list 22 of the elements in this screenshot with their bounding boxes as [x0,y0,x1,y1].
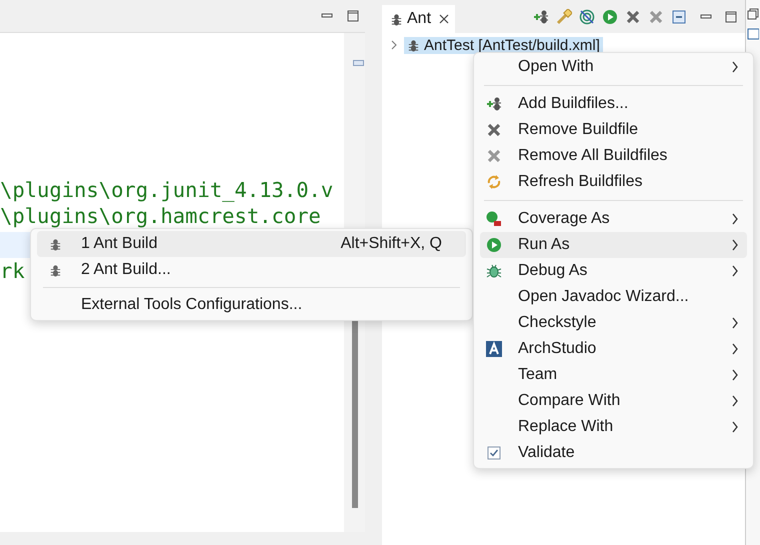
menu-item-label: Checkstyle [518,314,598,332]
menu-item-label: ArchStudio [518,340,598,358]
menu-item-label: Remove Buildfile [518,121,640,139]
code-line: \plugins\org.junit_4.13.0.v [0,177,334,203]
menu-item-label: Add Buildfiles... [518,95,630,113]
menu-item-label: Replace With [518,418,614,436]
code-line: \plugins\org.hamcrest.core [0,203,321,229]
menu-item-label: Run As [518,236,571,254]
menu-item-label: 2 Ant Build... [81,261,172,279]
menu-item-label: Debug As [518,262,588,280]
menu-item-label: Open With [518,58,595,76]
menu-item-label: Coverage As [518,210,611,228]
code-line: rk [0,258,25,284]
menu-item-label: Team [518,366,558,384]
shortcut-label: Alt+Shift+X, Q [340,235,443,253]
menu-item-label: Remove All Buildfiles [518,147,668,165]
menu-item-label: 1 Ant Build [81,235,158,253]
menu-item-label: Validate [518,444,576,462]
menu-item-label: Compare With [518,392,622,410]
menu-item-label: External Tools Configurations... [81,296,304,314]
menu-item-label: Open Javadoc Wizard... [518,288,690,306]
menu-item-label: Refresh Buildfiles [518,173,644,191]
